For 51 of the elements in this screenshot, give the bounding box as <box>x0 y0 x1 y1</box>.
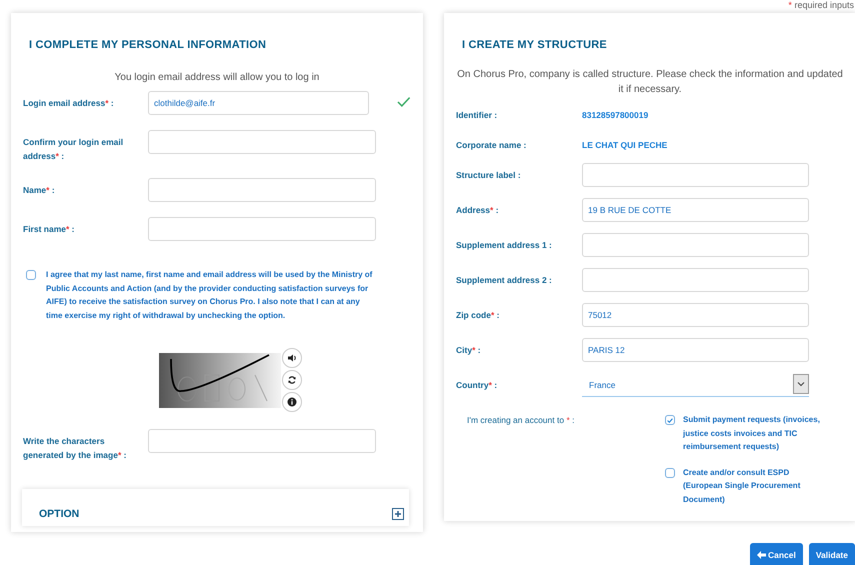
consent-text: I agree that my last name, first name and email address will be used by the Ministry of Public Accounts and Action (and by the provider conducting satisfaction surveys for AIFE) to receive the satisfaction survey on Chorus Pro. I also note that I can at any time exercise my right of withdrawal by unchecking the option. <box>46 269 374 322</box>
cancel-button[interactable]: Cancel <box>750 543 803 565</box>
text-field[interactable]: 19 B RUE DE COTTE <box>582 198 809 222</box>
field-value: 83128597800019 <box>582 109 648 122</box>
field-label: Supplement address 1 : <box>456 239 553 252</box>
field-label: Structure label : <box>456 169 522 182</box>
field-label: Address* : <box>456 204 500 217</box>
text-field[interactable] <box>148 217 376 241</box>
field-label: Login email address* : <box>23 97 115 110</box>
field-label: Country* : <box>456 379 498 392</box>
text-field[interactable]: PARIS 12 <box>582 338 809 362</box>
text-field[interactable] <box>148 130 376 154</box>
checkbox[interactable] <box>665 468 675 478</box>
field-label: Confirm your login email address* : <box>23 136 124 163</box>
field-label: I'm creating an account to * : <box>467 414 576 427</box>
info-button[interactable] <box>282 392 302 412</box>
text-field[interactable] <box>582 163 809 187</box>
field-label: Identifier : <box>456 109 498 122</box>
arrow-left-icon <box>756 551 766 559</box>
country-select[interactable]: France <box>582 373 809 397</box>
field-label: City* : <box>456 344 482 357</box>
audio-button[interactable] <box>282 348 302 368</box>
refresh-icon <box>287 375 297 385</box>
field-label: Corporate name : <box>456 139 528 152</box>
text-field[interactable] <box>582 233 809 257</box>
intro-text: On Chorus Pro, company is called structure. Please check the information and updated it if necessary. <box>456 68 844 97</box>
intro-text: You login email address will allow you to log in <box>114 71 320 85</box>
text-field[interactable] <box>148 178 376 202</box>
expand-button[interactable] <box>392 508 404 520</box>
field-label: First name* : <box>23 223 76 236</box>
option-text: Submit payment requests (invoices, justice costs invoices and TIC reimbursement requests) <box>683 414 821 453</box>
chevron-icon <box>797 380 805 386</box>
info-icon <box>287 397 297 407</box>
field-label: Name* : <box>23 184 56 197</box>
field-label: Zip code* : <box>456 309 500 322</box>
section-title: I CREATE MY STRUCTURE <box>462 39 607 51</box>
panel-title: OPTION <box>39 508 80 520</box>
captcha-field[interactable] <box>148 429 376 453</box>
text-field[interactable]: clothilde@aife.fr <box>148 91 370 115</box>
text-field[interactable] <box>582 268 809 292</box>
text-field[interactable]: 75012 <box>582 303 809 327</box>
section-title: I COMPLETE MY PERSONAL INFORMATION <box>29 39 266 51</box>
field-label: Write the characters generated by the image* : <box>23 435 128 462</box>
field-value: LE CHAT QUI PECHE <box>582 139 668 152</box>
refresh-button[interactable] <box>282 370 302 390</box>
validate-button[interactable]: Validate <box>808 543 855 565</box>
field-label: Supplement address 2 : <box>456 274 553 287</box>
speaker-icon <box>287 353 297 363</box>
option-text: Create and/or consult ESPD (European Single Procurement Document) <box>683 466 802 506</box>
required-note: * required inputs <box>788 0 854 10</box>
consent-checkbox[interactable] <box>26 270 36 280</box>
